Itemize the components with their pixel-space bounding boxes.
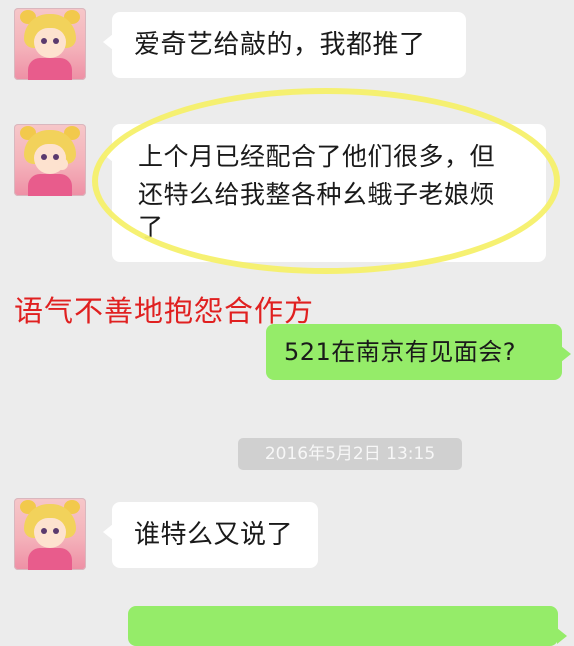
annotation-caption: 语气不善地抱怨合作方	[14, 294, 315, 328]
avatar-eye	[53, 528, 59, 534]
avatar-eye	[41, 528, 47, 534]
contact-avatar[interactable]	[14, 8, 86, 80]
avatar-dress	[28, 548, 72, 570]
avatar-hand	[56, 158, 68, 170]
message-text: 521在南京有见面会?	[284, 338, 517, 366]
avatar-eye	[53, 38, 59, 44]
timestamp-badge: 2016年5月2日 13:15	[238, 438, 462, 470]
incoming-message-bubble[interactable]: 爱奇艺给敲的，我都推了	[103, 12, 466, 78]
outgoing-message-bubble[interactable]: 521在南京有见面会?	[266, 324, 571, 380]
highlight-circle	[92, 88, 560, 274]
outgoing-message-bubble[interactable]	[128, 606, 567, 646]
avatar-eye	[41, 154, 47, 160]
contact-avatar[interactable]	[14, 124, 86, 196]
avatar-eye	[41, 38, 47, 44]
incoming-message-bubble[interactable]: 谁特么又说了	[103, 502, 318, 568]
contact-avatar[interactable]	[14, 498, 86, 570]
avatar-face	[34, 28, 66, 58]
message-text: 爱奇艺给敲的，我都推了	[134, 30, 426, 60]
message-text: 谁特么又说了	[134, 520, 294, 550]
avatar-face	[34, 518, 66, 548]
avatar-dress	[28, 58, 72, 80]
avatar-dress	[28, 174, 72, 196]
